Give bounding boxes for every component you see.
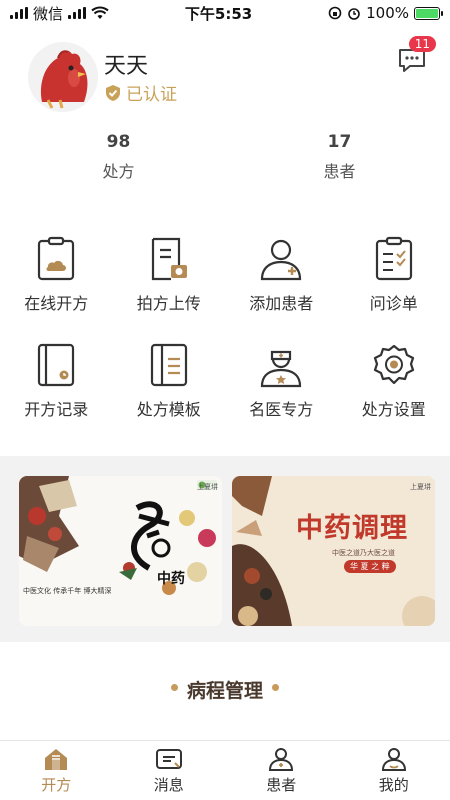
tab-label: 开方 [41, 776, 72, 794]
photo-upload-icon [144, 236, 194, 282]
action-label: 拍方上传 [136, 294, 201, 313]
action-famous-doctor[interactable]: 名医专方 [225, 342, 338, 420]
status-bar: 微信 下午5:53 100% [0, 0, 450, 26]
status-time: 下午5:53 [184, 4, 253, 23]
profile-header: 天天 已认证 11 [28, 36, 436, 112]
section-title-text: 病程管理 [186, 680, 263, 702]
home-icon [42, 746, 70, 772]
patient-icon [267, 746, 295, 772]
herbal-culture-banner-art [19, 476, 222, 626]
action-label: 在线开方 [24, 294, 89, 313]
banner-carousel: 上夏㘫 养 中药 中医文化 传承千年 博大精深 上夏㘫 中药调理 中医之道乃大医… [0, 456, 450, 642]
section-title-wrap: 病程管理 [170, 676, 279, 705]
status-left: 微信 [10, 3, 109, 24]
stat-label: 患者 [323, 162, 356, 181]
message-icon [155, 746, 183, 772]
action-consultation-form[interactable]: 问诊单 [338, 236, 450, 314]
action-label: 问诊单 [369, 294, 418, 313]
tab-label: 患者 [266, 776, 297, 794]
lock-rotation-icon [328, 6, 342, 20]
add-patient-icon [256, 236, 306, 282]
action-prescription-templates[interactable]: 处方模板 [113, 342, 226, 420]
banner-brand: 上夏㘫 [410, 483, 431, 491]
action-prescription-settings[interactable]: 处方设置 [338, 342, 450, 420]
profile-icon [380, 746, 408, 772]
stat-value: 17 [327, 132, 352, 152]
action-prescription-records[interactable]: 开方记录 [0, 342, 113, 420]
action-label: 开方记录 [24, 400, 89, 419]
checklist-icon [369, 236, 419, 282]
action-label: 处方模板 [136, 400, 201, 419]
tab-mine[interactable]: 我的 [338, 741, 450, 800]
action-online-prescribe[interactable]: 在线开方 [0, 236, 113, 314]
avatar[interactable] [28, 42, 98, 112]
stats-row: 98 处方 17 患者 [0, 132, 450, 182]
action-grid: 在线开方 拍方上传 添加患者 问诊单 开方记录 处方模板 名医专方 处方设置 [0, 236, 450, 420]
rooster-avatar-icon [28, 42, 98, 112]
template-icon [144, 342, 194, 388]
decor-dot-icon [170, 684, 178, 691]
tab-label: 消息 [153, 776, 184, 794]
tab-patients[interactable]: 患者 [225, 741, 338, 800]
user-name: 天天 [104, 54, 149, 79]
stat-label: 处方 [102, 162, 135, 181]
status-right: 100% [328, 4, 443, 22]
tab-messages[interactable]: 消息 [113, 741, 226, 800]
banner-subtitle: 中医之道乃大医之道 [332, 549, 395, 557]
verified-shield-icon [106, 84, 120, 101]
message-badge: 11 [408, 36, 436, 52]
action-label: 添加患者 [249, 294, 314, 313]
stat-prescriptions[interactable]: 98 处方 [8, 132, 229, 182]
stat-value: 98 [106, 132, 131, 152]
action-photo-upload[interactable]: 拍方上传 [113, 236, 226, 314]
banner-subtitle: 中药 [157, 571, 185, 587]
banner-text: 中医文化 传承千年 博大精深 [23, 587, 112, 595]
banner-title: 中药调理 [296, 513, 408, 544]
settings-gear-icon [369, 342, 419, 388]
tab-prescribe[interactable]: 开方 [0, 741, 113, 800]
wifi-icon [91, 6, 109, 19]
signal-icon [10, 7, 28, 19]
carrier-label: 微信 [33, 4, 64, 23]
action-label: 处方设置 [361, 400, 426, 419]
action-label: 名医专方 [249, 400, 314, 419]
battery-icon [414, 6, 443, 20]
doctor-icon [256, 342, 306, 388]
banner-tag: 华 夏 之 粹 [344, 560, 396, 573]
certified-status: 已认证 [104, 80, 177, 105]
clipboard-cloud-icon [31, 236, 81, 282]
tab-label: 我的 [378, 776, 409, 794]
stat-patients[interactable]: 17 患者 [229, 132, 450, 182]
alarm-icon [348, 8, 360, 20]
record-icon [31, 342, 81, 388]
banner-brand: 上夏㘫 [197, 483, 218, 491]
cell-signal-icon [68, 7, 87, 19]
battery-percent: 100% [366, 4, 409, 22]
certified-label: 已认证 [126, 85, 177, 105]
banner-herbal-culture[interactable]: 上夏㘫 养 中药 中医文化 传承千年 博大精深 [19, 476, 222, 626]
message-button[interactable]: 11 [396, 36, 436, 76]
bottom-tabbar: 开方 消息 患者 我的 [0, 740, 450, 800]
section-title: 病程管理 [0, 676, 450, 705]
action-add-patient[interactable]: 添加患者 [225, 236, 338, 314]
decor-dot-icon [272, 684, 279, 691]
banner-tcm-conditioning[interactable]: 上夏㘫 中药调理 中医之道乃大医之道 华 夏 之 粹 [232, 476, 435, 626]
